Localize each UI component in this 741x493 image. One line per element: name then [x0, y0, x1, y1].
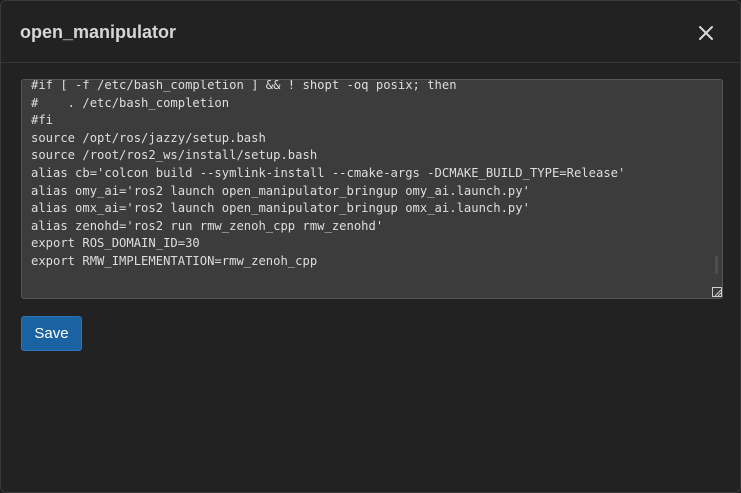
dialog-header: open_manipulator: [1, 1, 740, 63]
close-button[interactable]: [693, 20, 719, 46]
dialog-title: open_manipulator: [20, 22, 177, 42]
editor-scrollbar[interactable]: [715, 256, 718, 274]
bashrc-editor-container: [21, 79, 723, 299]
close-icon: [699, 26, 713, 40]
resize-handle-icon[interactable]: [712, 287, 722, 297]
save-button[interactable]: Save: [21, 316, 82, 351]
settings-dialog: open_manipulator Save: [0, 0, 741, 493]
bashrc-editor[interactable]: [22, 80, 712, 295]
